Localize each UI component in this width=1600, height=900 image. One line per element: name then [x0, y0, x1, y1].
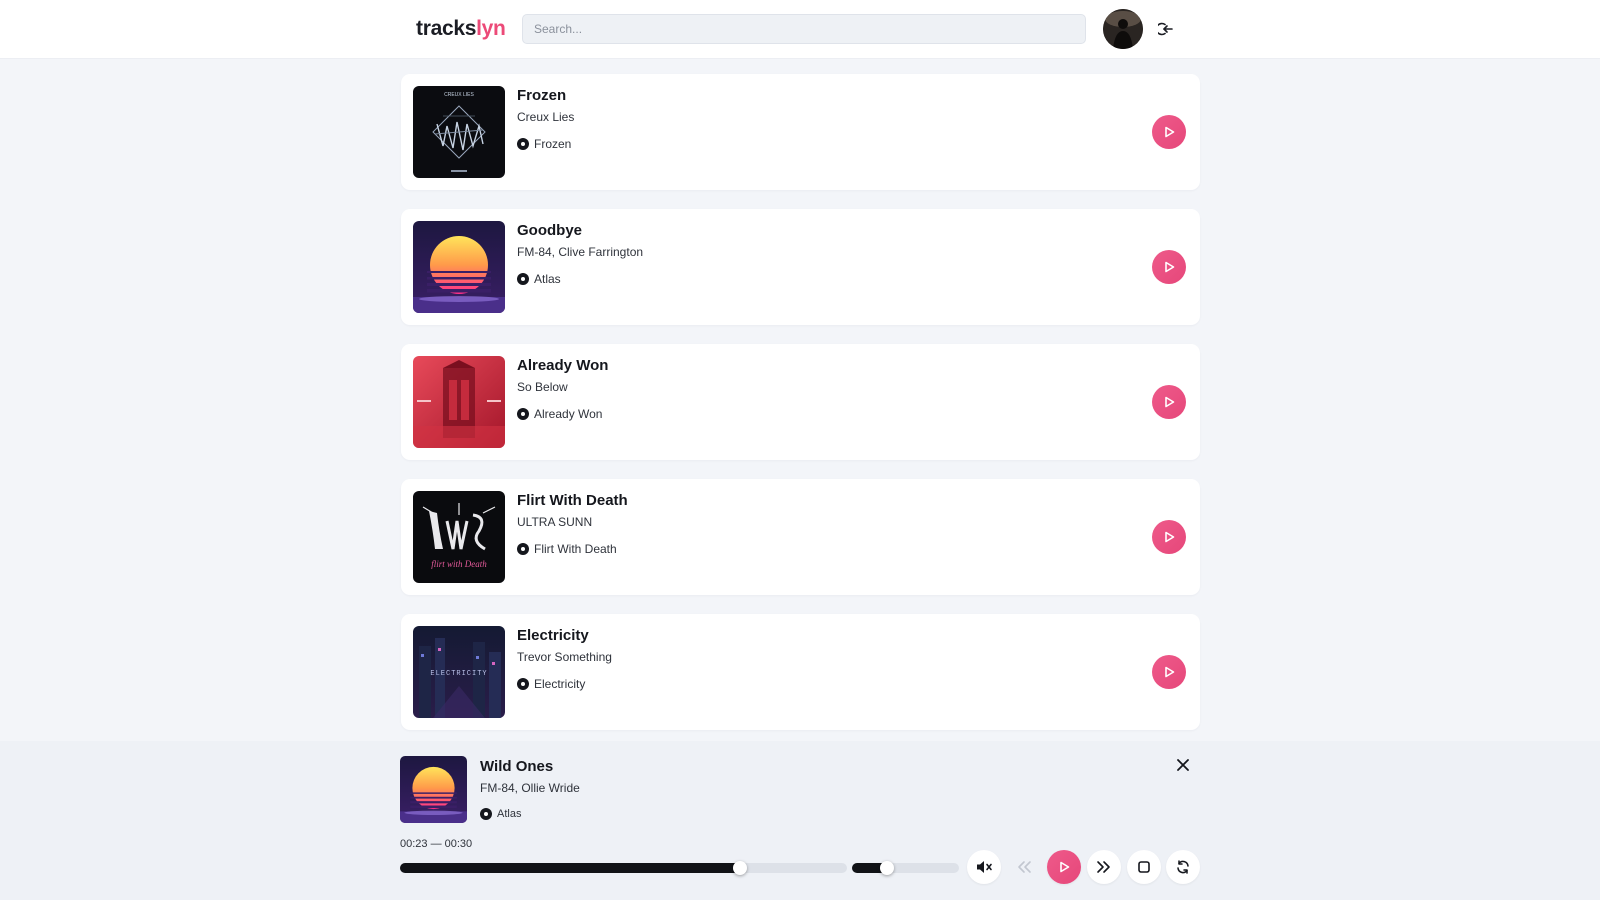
user-avatar[interactable] — [1103, 9, 1143, 49]
album-cover — [413, 221, 505, 313]
track-list: CREUX LIES Frozen Creux Lies Frozen Good… — [401, 74, 1200, 749]
track-title: Electricity — [517, 627, 589, 644]
now-playing-bar: Wild Ones FM-84, Ollie Wride Atlas 00:23… — [0, 741, 1600, 900]
now-playing-cover — [400, 756, 467, 823]
disc-icon — [517, 408, 529, 420]
progress-fill — [400, 863, 740, 873]
now-playing-artist: FM-84, Ollie Wride — [480, 781, 580, 795]
fast-forward-button[interactable] — [1087, 850, 1121, 884]
track-title: Goodbye — [517, 222, 583, 239]
play-icon — [1165, 261, 1175, 273]
album-cover: CREUX LIES — [413, 86, 505, 178]
track-album: Electricity — [517, 677, 585, 691]
album-name: Atlas — [497, 808, 522, 820]
track-title: Already Won — [517, 357, 609, 374]
track-card[interactable]: flirt with Death Flirt With Death ULTRA … — [401, 479, 1200, 595]
disc-icon — [517, 543, 529, 555]
play-button[interactable] — [1152, 655, 1186, 689]
album-cover: ELECTRICITY — [413, 626, 505, 718]
volume-handle[interactable] — [880, 861, 895, 875]
play-button[interactable] — [1152, 115, 1186, 149]
cover-text: flirt with Death — [431, 559, 487, 569]
track-artist: FM-84, Clive Farrington — [517, 245, 644, 259]
top-bar: trackslyn — [0, 0, 1600, 59]
play-icon — [1165, 531, 1175, 543]
track-card[interactable]: CREUX LIES Frozen Creux Lies Frozen — [401, 74, 1200, 190]
logo-text-part1: tracks — [416, 17, 477, 40]
fast-forward-icon — [1097, 861, 1110, 873]
play-button[interactable] — [1152, 520, 1186, 554]
album-name: Flirt With Death — [534, 542, 617, 556]
logout-icon[interactable] — [1155, 20, 1176, 38]
track-artist: Trevor Something — [517, 650, 612, 664]
stop-button[interactable] — [1127, 850, 1161, 884]
track-album: Flirt With Death — [517, 542, 617, 556]
app-logo[interactable]: trackslyn — [416, 17, 506, 41]
disc-icon — [517, 678, 529, 690]
play-pause-button[interactable] — [1047, 850, 1081, 884]
track-artist: ULTRA SUNN — [517, 515, 593, 529]
track-album: Atlas — [517, 272, 561, 286]
track-card[interactable]: Already Won So Below Already Won — [401, 344, 1200, 460]
album-cover: flirt with Death — [413, 491, 505, 583]
cover-text: CREUX LIES — [444, 92, 474, 98]
album-name: Frozen — [534, 137, 572, 151]
rewind-icon — [1018, 861, 1031, 873]
disc-icon — [517, 138, 529, 150]
disc-icon — [517, 273, 529, 285]
progress-slider[interactable] — [400, 861, 847, 875]
album-name: Electricity — [534, 677, 586, 691]
track-album: Already Won — [517, 407, 602, 421]
search-input[interactable] — [522, 14, 1086, 44]
play-icon — [1165, 126, 1175, 138]
playback-time: 00:23 — 00:30 — [400, 838, 473, 850]
play-icon — [1165, 666, 1175, 678]
album-cover — [413, 356, 505, 448]
track-title: Frozen — [517, 87, 567, 104]
avatar-photo — [1103, 9, 1143, 49]
repeat-icon — [1177, 860, 1189, 874]
track-card[interactable]: ELECTRICITY Electricity Trevor Something… — [401, 614, 1200, 730]
stop-icon — [1138, 861, 1150, 873]
disc-icon — [480, 808, 492, 820]
play-button[interactable] — [1152, 250, 1186, 284]
track-artist: Creux Lies — [517, 110, 575, 124]
volume-slider[interactable] — [852, 861, 959, 875]
track-card[interactable]: Goodbye FM-84, Clive Farrington Atlas — [401, 209, 1200, 325]
close-icon[interactable] — [1176, 758, 1190, 772]
track-title: Flirt With Death — [517, 492, 628, 509]
album-name: Already Won — [534, 407, 603, 421]
album-name: Atlas — [534, 272, 561, 286]
track-album: Frozen — [517, 137, 571, 151]
progress-handle[interactable] — [732, 861, 747, 875]
play-icon — [1060, 861, 1070, 873]
rewind-button[interactable] — [1007, 850, 1041, 884]
track-artist: So Below — [517, 380, 568, 394]
repeat-button[interactable] — [1166, 850, 1200, 884]
play-icon — [1165, 396, 1175, 408]
now-playing-album: Atlas — [480, 808, 521, 820]
logo-text-part2: lyn — [476, 17, 506, 40]
play-button[interactable] — [1152, 385, 1186, 419]
now-playing-title: Wild Ones — [480, 758, 554, 775]
cover-text: ELECTRICITY — [430, 670, 487, 678]
volume-mute-icon — [977, 861, 992, 873]
mute-button[interactable] — [967, 850, 1001, 884]
